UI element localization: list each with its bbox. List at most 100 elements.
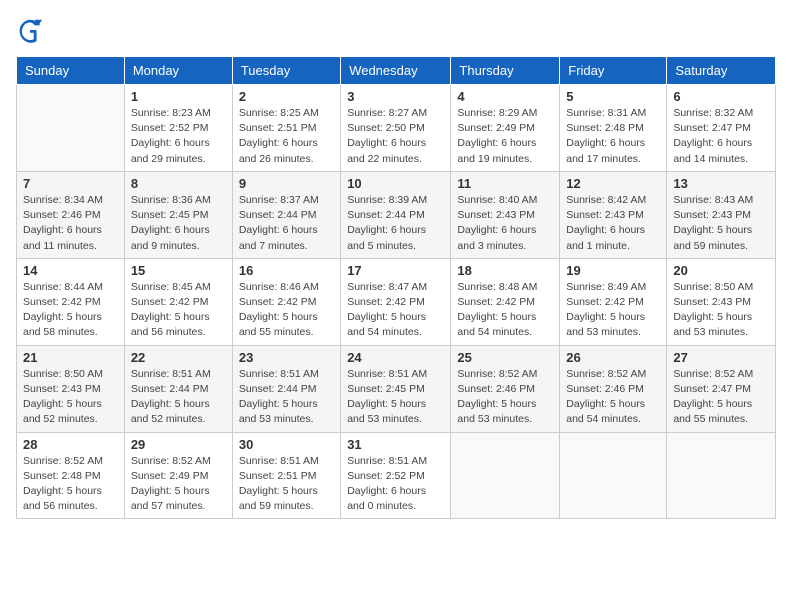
day-info: Sunrise: 8:46 AMSunset: 2:42 PMDaylight:… xyxy=(239,280,334,341)
day-number: 26 xyxy=(566,350,660,365)
day-number: 2 xyxy=(239,89,334,104)
calendar-week-row: 7 Sunrise: 8:34 AMSunset: 2:46 PMDaylight… xyxy=(17,171,776,258)
day-info: Sunrise: 8:36 AMSunset: 2:45 PMDaylight:… xyxy=(131,193,226,254)
weekday-header-cell: Monday xyxy=(124,57,232,85)
calendar-day-cell: 2 Sunrise: 8:25 AMSunset: 2:51 PMDaylight… xyxy=(232,85,340,172)
day-info: Sunrise: 8:45 AMSunset: 2:42 PMDaylight:… xyxy=(131,280,226,341)
calendar-day-cell: 23 Sunrise: 8:51 AMSunset: 2:44 PMDayligh… xyxy=(232,345,340,432)
day-number: 24 xyxy=(347,350,444,365)
calendar-day-cell: 20 Sunrise: 8:50 AMSunset: 2:43 PMDayligh… xyxy=(667,258,776,345)
day-number: 13 xyxy=(673,176,769,191)
day-number: 1 xyxy=(131,89,226,104)
calendar-day-cell: 19 Sunrise: 8:49 AMSunset: 2:42 PMDayligh… xyxy=(560,258,667,345)
day-info: Sunrise: 8:48 AMSunset: 2:42 PMDaylight:… xyxy=(457,280,553,341)
calendar-day-cell: 21 Sunrise: 8:50 AMSunset: 2:43 PMDayligh… xyxy=(17,345,125,432)
day-info: Sunrise: 8:25 AMSunset: 2:51 PMDaylight:… xyxy=(239,106,334,167)
day-number: 22 xyxy=(131,350,226,365)
day-info: Sunrise: 8:50 AMSunset: 2:43 PMDaylight:… xyxy=(23,367,118,428)
day-info: Sunrise: 8:43 AMSunset: 2:43 PMDaylight:… xyxy=(673,193,769,254)
calendar-day-cell: 29 Sunrise: 8:52 AMSunset: 2:49 PMDayligh… xyxy=(124,432,232,519)
calendar-day-cell xyxy=(560,432,667,519)
day-info: Sunrise: 8:44 AMSunset: 2:42 PMDaylight:… xyxy=(23,280,118,341)
day-number: 10 xyxy=(347,176,444,191)
day-number: 6 xyxy=(673,89,769,104)
calendar-day-cell: 15 Sunrise: 8:45 AMSunset: 2:42 PMDayligh… xyxy=(124,258,232,345)
calendar-day-cell xyxy=(667,432,776,519)
calendar-day-cell: 16 Sunrise: 8:46 AMSunset: 2:42 PMDayligh… xyxy=(232,258,340,345)
day-info: Sunrise: 8:34 AMSunset: 2:46 PMDaylight:… xyxy=(23,193,118,254)
day-number: 25 xyxy=(457,350,553,365)
day-number: 28 xyxy=(23,437,118,452)
calendar-day-cell xyxy=(17,85,125,172)
calendar-day-cell: 11 Sunrise: 8:40 AMSunset: 2:43 PMDayligh… xyxy=(451,171,560,258)
day-number: 15 xyxy=(131,263,226,278)
day-info: Sunrise: 8:51 AMSunset: 2:52 PMDaylight:… xyxy=(347,454,444,515)
weekday-header-cell: Saturday xyxy=(667,57,776,85)
day-number: 30 xyxy=(239,437,334,452)
calendar-week-row: 28Sunrise: 8:52 AMSunset: 2:48 PMDayligh… xyxy=(17,432,776,519)
calendar-day-cell: 14 Sunrise: 8:44 AMSunset: 2:42 PMDayligh… xyxy=(17,258,125,345)
day-number: 23 xyxy=(239,350,334,365)
day-number: 21 xyxy=(23,350,118,365)
calendar-body: 1Sunrise: 8:23 AMSunset: 2:52 PMDaylight… xyxy=(17,85,776,519)
day-info: Sunrise: 8:40 AMSunset: 2:43 PMDaylight:… xyxy=(457,193,553,254)
day-info: Sunrise: 8:47 AMSunset: 2:42 PMDaylight:… xyxy=(347,280,444,341)
calendar-day-cell: 26Sunrise: 8:52 AMSunset: 2:46 PMDayligh… xyxy=(560,345,667,432)
day-number: 14 xyxy=(23,263,118,278)
calendar-day-cell: 27 Sunrise: 8:52 AMSunset: 2:47 PMDayligh… xyxy=(667,345,776,432)
day-number: 11 xyxy=(457,176,553,191)
day-number: 16 xyxy=(239,263,334,278)
day-number: 9 xyxy=(239,176,334,191)
calendar-day-cell: 17Sunrise: 8:47 AMSunset: 2:42 PMDayligh… xyxy=(341,258,451,345)
calendar-day-cell: 28Sunrise: 8:52 AMSunset: 2:48 PMDayligh… xyxy=(17,432,125,519)
calendar-day-cell: 13 Sunrise: 8:43 AMSunset: 2:43 PMDayligh… xyxy=(667,171,776,258)
day-info: Sunrise: 8:52 AMSunset: 2:47 PMDaylight:… xyxy=(673,367,769,428)
logo-icon xyxy=(16,16,44,44)
day-number: 27 xyxy=(673,350,769,365)
day-info: Sunrise: 8:52 AMSunset: 2:46 PMDaylight:… xyxy=(457,367,553,428)
calendar-day-cell xyxy=(451,432,560,519)
day-info: Sunrise: 8:49 AMSunset: 2:42 PMDaylight:… xyxy=(566,280,660,341)
day-number: 19 xyxy=(566,263,660,278)
day-info: Sunrise: 8:39 AMSunset: 2:44 PMDaylight:… xyxy=(347,193,444,254)
calendar-day-cell: 8 Sunrise: 8:36 AMSunset: 2:45 PMDaylight… xyxy=(124,171,232,258)
weekday-header-cell: Tuesday xyxy=(232,57,340,85)
day-number: 29 xyxy=(131,437,226,452)
day-info: Sunrise: 8:52 AMSunset: 2:49 PMDaylight:… xyxy=(131,454,226,515)
logo xyxy=(16,16,48,44)
calendar-day-cell: 12Sunrise: 8:42 AMSunset: 2:43 PMDayligh… xyxy=(560,171,667,258)
calendar-day-cell: 4 Sunrise: 8:29 AMSunset: 2:49 PMDaylight… xyxy=(451,85,560,172)
day-info: Sunrise: 8:51 AMSunset: 2:51 PMDaylight:… xyxy=(239,454,334,515)
day-number: 20 xyxy=(673,263,769,278)
day-info: Sunrise: 8:37 AMSunset: 2:44 PMDaylight:… xyxy=(239,193,334,254)
calendar-day-cell: 5 Sunrise: 8:31 AMSunset: 2:48 PMDaylight… xyxy=(560,85,667,172)
calendar-day-cell: 24Sunrise: 8:51 AMSunset: 2:45 PMDayligh… xyxy=(341,345,451,432)
day-info: Sunrise: 8:32 AMSunset: 2:47 PMDaylight:… xyxy=(673,106,769,167)
day-info: Sunrise: 8:50 AMSunset: 2:43 PMDaylight:… xyxy=(673,280,769,341)
weekday-header-cell: Friday xyxy=(560,57,667,85)
calendar-day-cell: 18 Sunrise: 8:48 AMSunset: 2:42 PMDayligh… xyxy=(451,258,560,345)
calendar-day-cell: 3Sunrise: 8:27 AMSunset: 2:50 PMDaylight… xyxy=(341,85,451,172)
calendar-day-cell: 6 Sunrise: 8:32 AMSunset: 2:47 PMDaylight… xyxy=(667,85,776,172)
calendar-day-cell: 30 Sunrise: 8:51 AMSunset: 2:51 PMDayligh… xyxy=(232,432,340,519)
weekday-header-row: SundayMondayTuesdayWednesdayThursdayFrid… xyxy=(17,57,776,85)
day-number: 4 xyxy=(457,89,553,104)
weekday-header-cell: Sunday xyxy=(17,57,125,85)
day-info: Sunrise: 8:51 AMSunset: 2:44 PMDaylight:… xyxy=(239,367,334,428)
weekday-header-cell: Thursday xyxy=(451,57,560,85)
day-number: 5 xyxy=(566,89,660,104)
calendar-day-cell: 22Sunrise: 8:51 AMSunset: 2:44 PMDayligh… xyxy=(124,345,232,432)
calendar-day-cell: 7 Sunrise: 8:34 AMSunset: 2:46 PMDaylight… xyxy=(17,171,125,258)
calendar-week-row: 14 Sunrise: 8:44 AMSunset: 2:42 PMDayligh… xyxy=(17,258,776,345)
calendar-week-row: 1Sunrise: 8:23 AMSunset: 2:52 PMDaylight… xyxy=(17,85,776,172)
day-number: 8 xyxy=(131,176,226,191)
calendar-day-cell: 25 Sunrise: 8:52 AMSunset: 2:46 PMDayligh… xyxy=(451,345,560,432)
weekday-header-cell: Wednesday xyxy=(341,57,451,85)
page-header xyxy=(16,16,776,44)
day-info: Sunrise: 8:29 AMSunset: 2:49 PMDaylight:… xyxy=(457,106,553,167)
day-number: 18 xyxy=(457,263,553,278)
calendar-day-cell: 1Sunrise: 8:23 AMSunset: 2:52 PMDaylight… xyxy=(124,85,232,172)
calendar-week-row: 21 Sunrise: 8:50 AMSunset: 2:43 PMDayligh… xyxy=(17,345,776,432)
day-number: 7 xyxy=(23,176,118,191)
day-info: Sunrise: 8:31 AMSunset: 2:48 PMDaylight:… xyxy=(566,106,660,167)
